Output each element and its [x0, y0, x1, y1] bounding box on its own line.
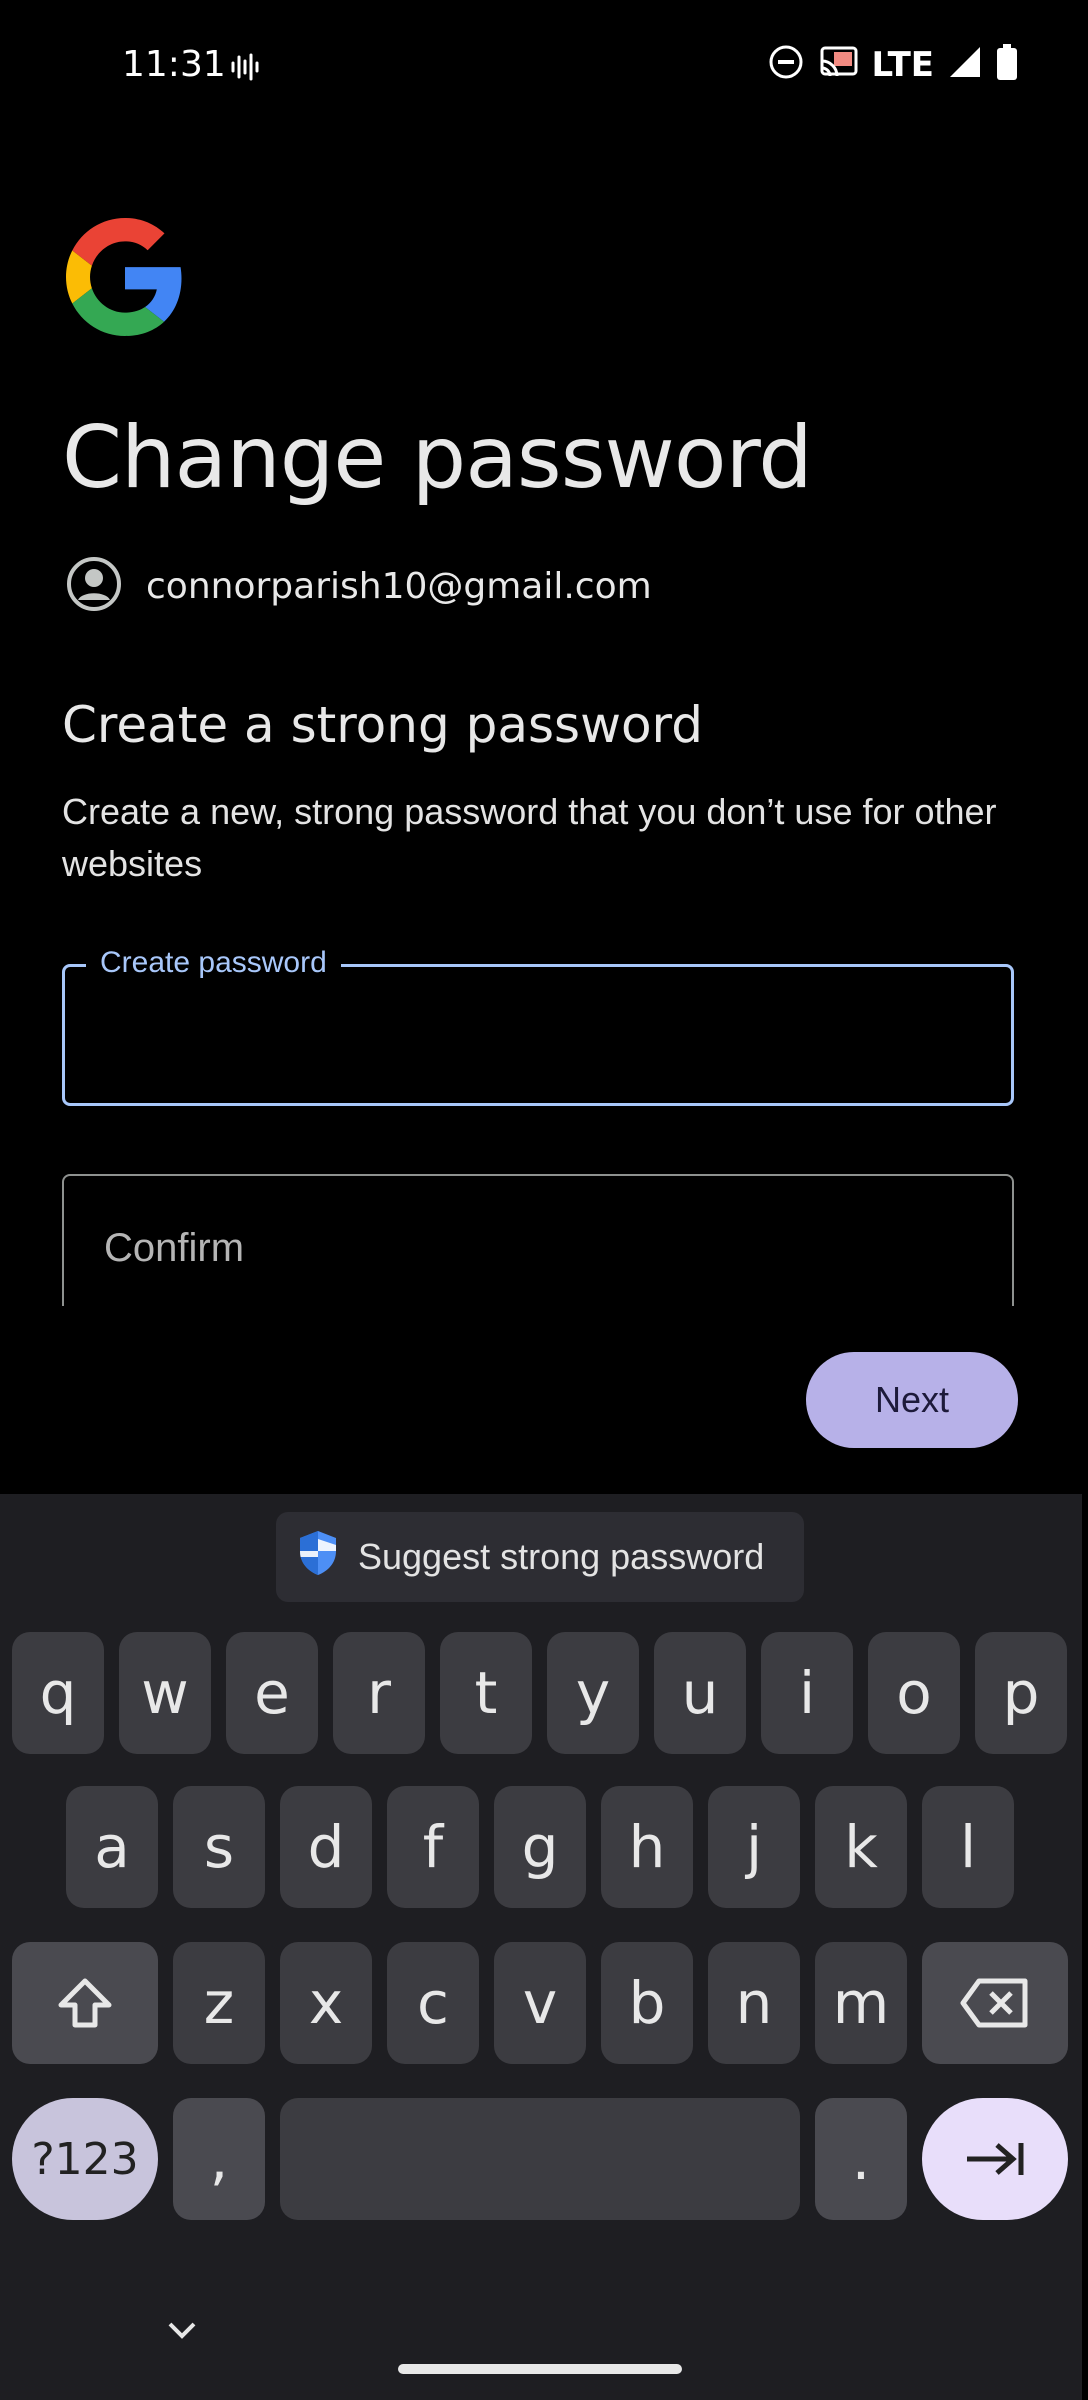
key-g[interactable]: g	[494, 1786, 586, 1908]
suggestion-label: Suggest strong password	[358, 1536, 765, 1577]
create-password-input[interactable]	[62, 964, 1014, 1106]
key-l[interactable]: l	[922, 1786, 1014, 1908]
key-e[interactable]: e	[226, 1632, 318, 1754]
key-h[interactable]: h	[601, 1786, 693, 1908]
backspace-icon	[960, 1978, 1028, 2028]
backspace-key[interactable]	[922, 1942, 1068, 2064]
key-u[interactable]: u	[654, 1632, 746, 1754]
key-f[interactable]: f	[387, 1786, 479, 1908]
status-icons: LTE	[768, 44, 1018, 85]
home-gesture-bar[interactable]	[398, 2364, 682, 2374]
account-avatar-icon	[66, 556, 122, 617]
key-c[interactable]: c	[387, 1942, 479, 2064]
network-type: LTE	[871, 44, 934, 85]
key-x[interactable]: x	[280, 1942, 372, 2064]
period-key[interactable]: .	[815, 2098, 907, 2220]
do-not-disturb-icon	[768, 44, 804, 85]
key-n[interactable]: n	[708, 1942, 800, 2064]
signal-icon	[948, 45, 982, 84]
hide-keyboard-chevron-down-icon[interactable]	[164, 2318, 200, 2347]
key-z[interactable]: z	[173, 1942, 265, 2064]
key-a[interactable]: a	[66, 1786, 158, 1908]
create-password-label: Create password	[86, 946, 341, 980]
battery-icon	[996, 44, 1018, 85]
shift-key[interactable]	[12, 1942, 158, 2064]
comma-key[interactable]: ,	[173, 2098, 265, 2220]
next-button[interactable]: Next	[806, 1352, 1018, 1448]
status-time: 11:31	[122, 44, 226, 85]
key-t[interactable]: t	[440, 1632, 532, 1754]
shield-icon	[296, 1529, 340, 1586]
page-title: Change password	[62, 408, 813, 508]
key-o[interactable]: o	[868, 1632, 960, 1754]
key-w[interactable]: w	[119, 1632, 211, 1754]
confirm-password-placeholder: Confirm	[104, 1226, 245, 1270]
space-key[interactable]	[280, 2098, 800, 2220]
section-description: Create a new, strong password that you d…	[62, 791, 997, 884]
key-s[interactable]: s	[173, 1786, 265, 1908]
google-logo-icon	[66, 218, 184, 336]
account-chip[interactable]: connorparish10@gmail.com	[66, 556, 652, 617]
key-q[interactable]: q	[12, 1632, 104, 1754]
section-heading: Create a strong password	[62, 696, 703, 754]
key-i[interactable]: i	[761, 1632, 853, 1754]
key-p[interactable]: p	[975, 1632, 1067, 1754]
key-d[interactable]: d	[280, 1786, 372, 1908]
symbols-key[interactable]: ?123	[12, 2098, 158, 2220]
key-r[interactable]: r	[333, 1632, 425, 1754]
key-v[interactable]: v	[494, 1942, 586, 2064]
next-field-key[interactable]	[922, 2098, 1068, 2220]
key-y[interactable]: y	[547, 1632, 639, 1754]
voice-activity-icon	[230, 52, 260, 87]
suggest-strong-password-chip[interactable]: Suggest strong password	[276, 1512, 804, 1602]
key-k[interactable]: k	[815, 1786, 907, 1908]
cast-icon	[818, 44, 858, 85]
key-j[interactable]: j	[708, 1786, 800, 1908]
account-email: connorparish10@gmail.com	[146, 566, 652, 607]
shift-icon	[58, 1978, 112, 2028]
key-m[interactable]: m	[815, 1942, 907, 2064]
key-b[interactable]: b	[601, 1942, 693, 2064]
tab-arrow-icon	[967, 2143, 1024, 2175]
